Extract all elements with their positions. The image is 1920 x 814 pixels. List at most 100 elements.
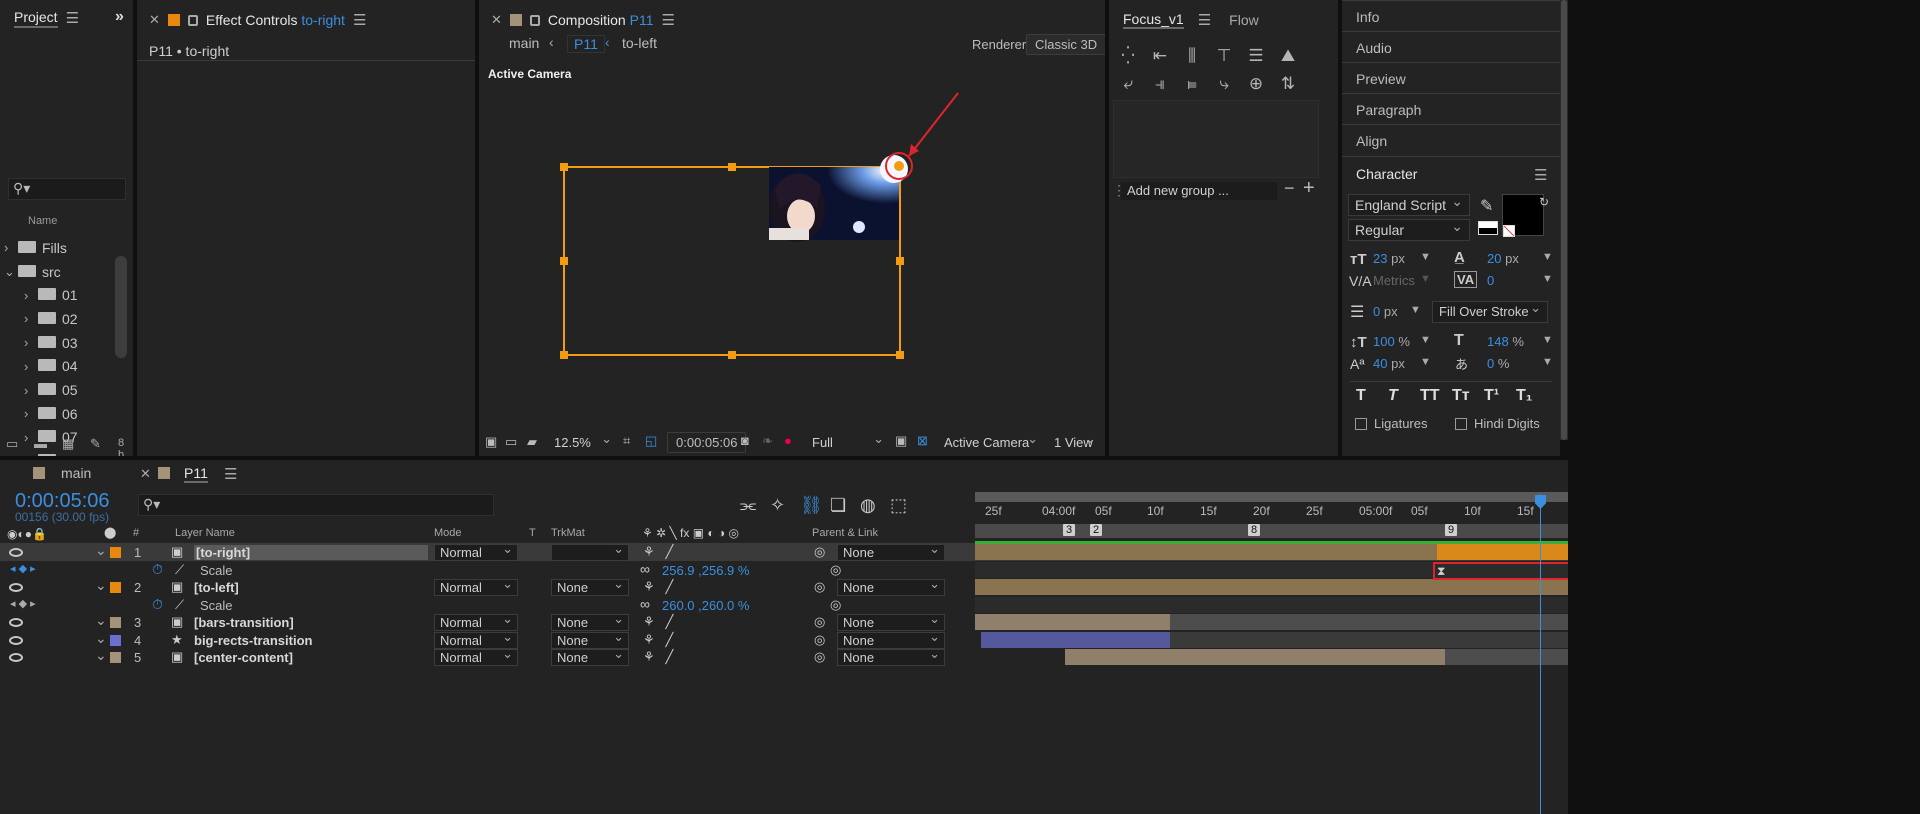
comp-marker[interactable]: 3 <box>1063 524 1076 536</box>
tab-p11[interactable]: P11 <box>184 465 208 483</box>
dropdown-arrow-icon[interactable]: ▼ <box>1410 304 1421 316</box>
visibility-eye-icon[interactable] <box>9 618 23 627</box>
parent-dropdown[interactable]: None <box>837 541 945 561</box>
comp-marker[interactable]: 8 <box>1248 524 1261 536</box>
graph-icon[interactable]: ⟋ <box>175 562 184 578</box>
constrain-proportions-icon[interactable]: ∞ <box>640 561 650 577</box>
transparency-grid-icon[interactable]: ⊠ <box>917 433 928 449</box>
bpc-label[interactable]: 8 b <box>118 437 133 456</box>
pin-icon[interactable]: ⊤ <box>1211 46 1237 66</box>
horizontal-scale-value[interactable]: 148 % <box>1487 334 1524 349</box>
dropdown-arrow-icon[interactable]: ▼ <box>1542 251 1553 263</box>
project-item[interactable]: › 03 <box>0 331 105 355</box>
mountain-icon[interactable]: ⛰ <box>1275 46 1301 66</box>
tab-main[interactable]: main <box>61 465 91 481</box>
kerning-value[interactable]: Metrics <box>1373 273 1415 288</box>
property-value[interactable]: 260.0 ,260.0 % <box>662 598 749 613</box>
chevron-right-icon[interactable]: › <box>4 240 18 255</box>
pick-whip-icon[interactable]: ◎ <box>814 544 825 560</box>
align-left-icon[interactable]: ⇤ <box>1147 46 1173 66</box>
chevron-right-icon[interactable]: › <box>24 335 38 350</box>
blend-mode-dropdown[interactable]: Normal <box>434 541 518 561</box>
dropdown-arrow-icon[interactable]: ▼ <box>1542 273 1553 285</box>
layer-duration-bar[interactable] <box>975 614 1170 630</box>
constrain-proportions-icon[interactable]: ∞ <box>640 596 650 612</box>
expand-chevron-icon[interactable]: ⌄ <box>95 647 107 664</box>
pick-whip-icon[interactable]: ◎ <box>814 649 825 665</box>
dropdown-arrow-icon[interactable]: ▼ <box>1542 356 1553 368</box>
stopwatch-icon[interactable]: ⏱ <box>152 561 163 578</box>
label-color-swatch[interactable] <box>110 547 121 558</box>
property-value[interactable]: 256.9 ,256.9 % <box>662 563 749 578</box>
region-icon[interactable]: ▣ <box>895 433 907 449</box>
layer-left-icon[interactable]: ⤶ <box>1115 74 1141 94</box>
layer-duration-bar[interactable] <box>975 579 1568 595</box>
no-stroke-icon[interactable] <box>1503 225 1515 237</box>
vr-icon[interactable]: ▰ <box>527 434 537 450</box>
dropdown-arrow-icon[interactable]: ▼ <box>1420 356 1431 368</box>
tsume-value[interactable]: 0 % <box>1487 356 1509 371</box>
track-matte-dropdown[interactable]: None <box>551 646 629 666</box>
layer-name[interactable]: big-rects-transition <box>194 633 312 648</box>
graph-icon[interactable]: ⟋ <box>175 597 184 613</box>
stopwatch-icon[interactable]: ⏱ <box>152 596 163 613</box>
mask-visibility-icon[interactable]: ◱ <box>645 433 657 449</box>
parent-dropdown[interactable]: None <box>837 576 945 596</box>
flow-tab[interactable]: Flow <box>1229 12 1259 28</box>
draft-3d-icon[interactable]: ✧ <box>770 495 785 516</box>
swap-colors-icon[interactable]: ↻ <box>1539 195 1549 209</box>
interpret-footage-icon[interactable]: ▭ <box>6 436 18 452</box>
sort-icon[interactable]: ⇅ <box>1275 74 1301 94</box>
expand-chevron-icon[interactable]: ⌄ <box>95 577 107 594</box>
dropdown-arrow-icon[interactable]: ▼ <box>1420 334 1431 346</box>
work-area-bar[interactable] <box>975 492 1568 502</box>
frame-blending-icon[interactable]: ❏ <box>830 495 846 516</box>
panel-align[interactable]: Align <box>1342 124 1560 155</box>
distribute-icon[interactable]: ⫼ <box>1179 46 1205 66</box>
chevron-right-icon[interactable]: › <box>24 311 38 326</box>
comp-marker[interactable]: 2 <box>1090 524 1103 536</box>
renderer-button[interactable]: Classic 3D <box>1026 34 1105 55</box>
faux-italic-icon[interactable]: T <box>1388 387 1398 405</box>
expression-pick-whip-icon[interactable]: ◎ <box>830 597 841 613</box>
vertical-scale-value[interactable]: 100 % <box>1373 334 1410 349</box>
font-family-dropdown[interactable]: England Script <box>1348 193 1470 216</box>
keyframe-icon[interactable]: ⧗ <box>1437 564 1445 579</box>
project-tab[interactable]: Project <box>14 9 58 28</box>
leading-value[interactable]: 20 px <box>1487 251 1519 266</box>
playhead[interactable] <box>1540 494 1541 814</box>
superscript-icon[interactable]: T¹ <box>1484 387 1499 405</box>
tracking-value[interactable]: 0 <box>1487 273 1494 288</box>
close-icon[interactable]: ✕ <box>149 12 160 28</box>
snapshot-icon[interactable]: ◙ <box>741 433 749 448</box>
baseline-shift-value[interactable]: 40 px <box>1373 356 1405 371</box>
character-menu-icon[interactable]: ☰ <box>1534 166 1547 184</box>
ligatures-checkbox[interactable] <box>1355 418 1367 430</box>
drag-handle-icon[interactable]: ⋮ <box>1112 182 1126 199</box>
panel-audio[interactable]: Audio <box>1342 31 1560 62</box>
expression-pick-whip-icon[interactable]: ◎ <box>830 562 841 578</box>
chevron-right-icon[interactable]: › <box>24 359 38 374</box>
time-ruler[interactable]: 25f 04:00f 05f 10f 15f 20f 25f 05:00f 05f 10f 15f 2… <box>975 490 1568 542</box>
list-icon[interactable]: ☰ <box>1243 46 1269 66</box>
layer-duration-bar[interactable] <box>1445 649 1568 665</box>
layer-duration-bar[interactable] <box>1437 544 1568 560</box>
visibility-eye-icon[interactable] <box>9 635 23 645</box>
new-comp-icon[interactable]: ▦ <box>62 436 74 452</box>
channel-icon[interactable]: ● <box>784 433 792 448</box>
child-icon[interactable]: ⫢ <box>1179 74 1205 94</box>
all-caps-icon[interactable]: TT <box>1420 387 1440 405</box>
layer-duration-bar[interactable] <box>1170 614 1568 630</box>
focus-tab[interactable]: Focus_v1 <box>1123 11 1184 29</box>
search-input[interactable]: ⚲▾ <box>8 178 126 200</box>
pick-whip-icon[interactable]: ◎ <box>814 579 825 595</box>
zoom-dropdown[interactable]: 12.5% <box>547 431 619 454</box>
visibility-eye-icon[interactable] <box>9 583 23 592</box>
project-item[interactable]: › Fills <box>0 236 105 260</box>
expand-chevron-icon[interactable]: ⌄ <box>95 630 107 647</box>
layer-switches[interactable]: ⚘ ╱ <box>643 579 673 595</box>
visibility-eye-icon[interactable] <box>9 653 23 662</box>
motion-blur-icon[interactable]: ◍ <box>860 495 876 516</box>
parent-dropdown[interactable]: None <box>837 646 945 666</box>
project-scrollbar[interactable] <box>115 256 127 358</box>
